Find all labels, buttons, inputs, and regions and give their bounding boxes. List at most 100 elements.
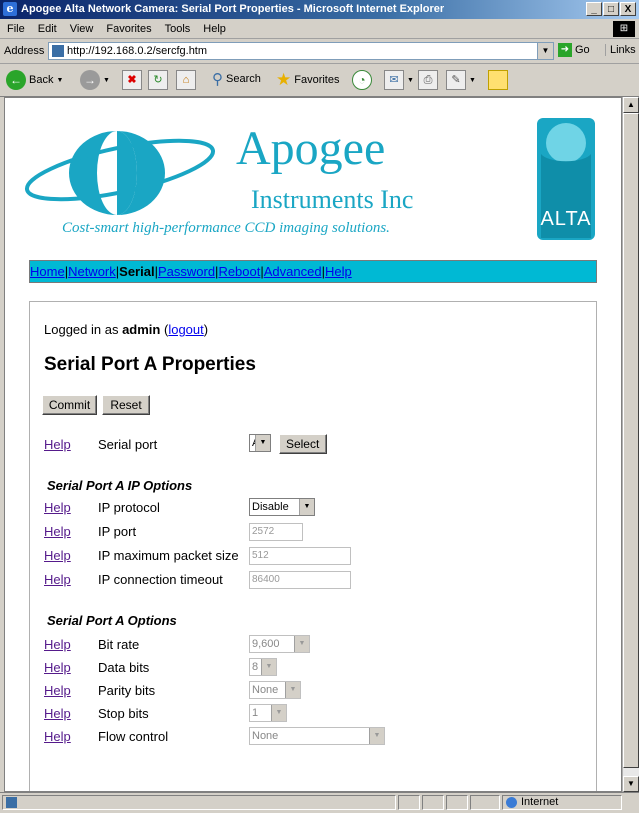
links-button[interactable]: Links <box>605 44 636 56</box>
go-label: Go <box>575 43 590 56</box>
search-button[interactable]: ⚲ Search <box>212 70 261 88</box>
help-link[interactable]: Help <box>44 706 71 721</box>
help-link[interactable]: Help <box>44 572 71 587</box>
ip-port-input[interactable]: 2572 <box>249 523 303 541</box>
scroll-down-icon[interactable]: ▼ <box>623 776 639 792</box>
help-link[interactable]: Help <box>44 500 71 515</box>
company-name: Instruments Inc <box>251 185 414 214</box>
ip-timeout-input[interactable]: 86400 <box>249 571 351 589</box>
maximize-button[interactable]: □ <box>603 2 619 16</box>
bit-rate-value: 9,600 <box>252 638 280 650</box>
login-prefix: Logged in as <box>44 322 123 337</box>
reset-button[interactable]: Reset <box>102 395 150 415</box>
go-arrow-icon: ➜ <box>558 43 572 57</box>
status-cell <box>422 795 444 810</box>
stop-bits-row: Help Stop bits 1 ▼ <box>44 704 584 724</box>
mail-button[interactable]: ✉ ▼ <box>384 70 414 90</box>
address-input[interactable]: http://192.168.0.2/sercfg.htm ▼ <box>48 42 554 60</box>
vertical-scrollbar[interactable]: ▲ ▼ <box>622 97 639 792</box>
favorites-label: Favorites <box>294 74 340 86</box>
stop-button[interactable]: ✖ <box>122 70 142 90</box>
address-url: http://192.168.0.2/sercfg.htm <box>67 45 208 57</box>
forward-button[interactable]: → ▼ <box>80 70 110 90</box>
stop-bits-label: Stop bits <box>98 706 149 721</box>
help-link[interactable]: Help <box>44 729 71 744</box>
mail-dropdown-icon: ▼ <box>407 76 414 84</box>
search-label: Search <box>226 73 261 85</box>
menu-view[interactable]: View <box>63 20 100 35</box>
ip-port-label: IP port <box>98 524 137 539</box>
settings-panel: Logged in as admin (logout) Serial Port … <box>29 301 597 791</box>
favorites-button[interactable]: ★ Favorites <box>276 70 340 90</box>
logout-link[interactable]: logout <box>168 322 203 337</box>
messenger-button[interactable] <box>488 70 508 90</box>
help-link[interactable]: Help <box>44 660 71 675</box>
menu-tools[interactable]: Tools <box>158 20 197 35</box>
nav-password[interactable]: Password <box>158 264 215 279</box>
ip-protocol-value: Disable <box>252 501 289 513</box>
login-status: Logged in as admin (logout) <box>44 322 209 337</box>
print-icon: ⎙ <box>418 70 438 90</box>
nav-bar: Home|Network|Serial|Password|Reboot|Adva… <box>29 260 597 283</box>
forward-arrow-icon: → <box>80 70 100 90</box>
chevron-down-icon: ▼ <box>271 705 286 721</box>
ip-timeout-label: IP connection timeout <box>98 572 223 587</box>
page-status-icon <box>6 797 17 808</box>
menu-bar: File Edit View Favorites Tools Help ⊞ <box>0 20 639 39</box>
data-bits-select[interactable]: 8 ▼ <box>249 658 277 676</box>
parity-bits-select[interactable]: None ▼ <box>249 681 301 699</box>
ip-options-heading: Serial Port A IP Options <box>47 478 193 493</box>
commit-button[interactable]: Commit <box>42 395 97 415</box>
globe-icon <box>506 796 517 808</box>
back-dropdown-icon: ▼ <box>56 76 64 84</box>
menu-help[interactable]: Help <box>196 20 232 35</box>
page-icon <box>52 45 64 57</box>
nav-reboot[interactable]: Reboot <box>218 264 260 279</box>
scroll-up-icon[interactable]: ▲ <box>623 97 639 113</box>
flow-control-value: None <box>252 730 279 742</box>
serial-port-select[interactable]: A▼ <box>249 434 271 452</box>
minimize-button[interactable]: _ <box>586 2 602 16</box>
help-link[interactable]: Help <box>44 437 71 452</box>
refresh-icon: ↻ <box>148 70 168 90</box>
ip-port-row: Help IP port 2572 <box>44 522 584 542</box>
help-link[interactable]: Help <box>44 683 71 698</box>
print-button[interactable]: ⎙ <box>418 70 438 90</box>
menu-favorites[interactable]: Favorites <box>99 20 157 35</box>
refresh-button[interactable]: ↻ <box>148 70 168 90</box>
help-link[interactable]: Help <box>44 548 71 563</box>
help-link[interactable]: Help <box>44 524 71 539</box>
nav-home[interactable]: Home <box>30 264 65 279</box>
nav-network[interactable]: Network <box>68 264 116 279</box>
address-dropdown-icon[interactable]: ▼ <box>537 43 553 59</box>
stop-bits-value: 1 <box>252 707 259 719</box>
back-arrow-icon: ← <box>6 70 26 90</box>
forward-dropdown-icon: ▼ <box>103 76 110 84</box>
zone-label: Internet <box>521 796 559 808</box>
media-button[interactable]: ◔ <box>352 70 372 90</box>
ip-protocol-select[interactable]: Disable ▼ <box>249 498 315 516</box>
menu-edit[interactable]: Edit <box>31 20 63 35</box>
serial-port-label: Serial port <box>98 437 158 452</box>
bit-rate-select[interactable]: 9,600 ▼ <box>249 635 310 653</box>
nav-advanced[interactable]: Advanced <box>264 264 322 279</box>
flow-control-select[interactable]: None ▼ <box>249 727 385 745</box>
search-icon: ⚲ <box>212 71 223 88</box>
help-link[interactable]: Help <box>44 637 71 652</box>
edit-dropdown-icon: ▼ <box>469 76 476 84</box>
chevron-down-icon: ▼ <box>261 659 276 675</box>
go-button[interactable]: ➜ Go <box>558 43 590 57</box>
page-content: Apogee Instruments Inc Cost-smart high-p… <box>4 97 622 792</box>
status-cell <box>446 795 468 810</box>
back-button[interactable]: ← Back ▼ <box>6 70 63 90</box>
ip-max-packet-input[interactable]: 512 <box>249 547 351 565</box>
home-button[interactable]: ⌂ <box>176 70 196 90</box>
edit-button[interactable]: ✎ ▼ <box>446 70 476 90</box>
stop-bits-select[interactable]: 1 ▼ <box>249 704 287 722</box>
close-button[interactable]: X <box>620 2 636 16</box>
menu-file[interactable]: File <box>0 20 31 35</box>
nav-help[interactable]: Help <box>325 264 352 279</box>
scroll-thumb[interactable] <box>623 113 639 768</box>
select-button[interactable]: Select <box>278 434 327 454</box>
data-bits-value: 8 <box>252 661 259 673</box>
